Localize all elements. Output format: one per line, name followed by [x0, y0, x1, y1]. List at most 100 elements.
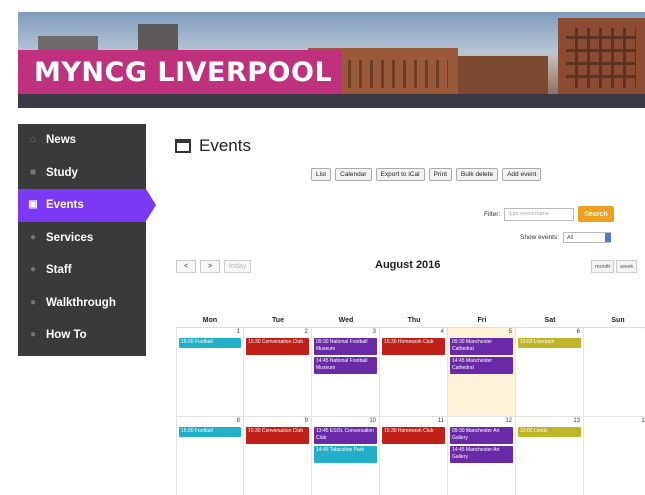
- banner-building: [458, 56, 548, 96]
- week-view-button[interactable]: week: [616, 260, 638, 273]
- day-number: 1: [236, 329, 240, 335]
- calendar-event[interactable]: 09:30 Manchester Art Gallery: [450, 427, 513, 444]
- banner-water: [18, 94, 645, 108]
- calendar-event[interactable]: 15:00 Football: [179, 338, 241, 348]
- day-number: 14: [641, 418, 645, 424]
- show-events-select[interactable]: All: [563, 232, 612, 243]
- calendar-week: 8 15:00 Football 9 15:30 Conversation Club 1…: [176, 417, 645, 495]
- calendar-day[interactable]: 10 13:45 ESOL Conversation Club 14:45 Tala…: [312, 417, 380, 495]
- sidebar-item-news[interactable]: ⌂ News: [18, 124, 146, 157]
- page-header: Events: [175, 136, 251, 156]
- calendar-day[interactable]: 4 15:30 Homework Club: [380, 328, 448, 416]
- banner-windows: [566, 28, 636, 88]
- help-icon: ●: [29, 329, 37, 341]
- calendar-event[interactable]: 13:45 ESOL Conversation Club: [314, 427, 377, 444]
- list-view-button[interactable]: List: [311, 168, 332, 181]
- show-events-row: Show events: All: [520, 232, 612, 243]
- prev-month-button[interactable]: <: [176, 260, 196, 273]
- sidebar-item-events[interactable]: ▣ Events: [18, 189, 156, 222]
- calendar-day[interactable]: 14: [584, 417, 645, 495]
- filter-input[interactable]: type event name: [504, 207, 575, 221]
- calendar-grid: Mon Tue Wed Thu Fri Sat Sun 1 15:00 Footb…: [176, 314, 645, 495]
- calendar-day[interactable]: 7: [584, 328, 645, 416]
- sidebar-nav: ⌂ News ■ Study ▣ Events ● Services ● Sta…: [18, 124, 156, 356]
- calendar-day[interactable]: 3 09:30 National Football Museum 14:45 Nat…: [312, 328, 380, 416]
- calendar-event[interactable]: 09:30 National Football Museum: [314, 338, 377, 355]
- sidebar-item-study[interactable]: ■ Study: [18, 157, 146, 190]
- site-logo[interactable]: MYNCG LIVERPOOL: [18, 50, 343, 94]
- calendar-event[interactable]: 14:45 Manchester Cathedral: [450, 357, 513, 374]
- day-number: 11: [437, 418, 444, 424]
- day-number: 13: [573, 418, 580, 424]
- sidebar-item-label: Study: [46, 166, 78, 179]
- sidebar-item-label: Walkthrough: [46, 296, 116, 309]
- show-events-label: Show events:: [520, 234, 560, 241]
- calendar-event[interactable]: 15:30 Homework Club: [382, 427, 445, 444]
- calendar-day[interactable]: 6 10:00 Liverpool: [516, 328, 584, 416]
- weekday-label: Tue: [272, 317, 284, 324]
- calendar-day[interactable]: 8 15:00 Football: [176, 417, 244, 495]
- next-month-button[interactable]: >: [200, 260, 220, 273]
- print-button[interactable]: Print: [428, 168, 452, 181]
- calendar-day[interactable]: 12 09:30 Manchester Art Gallery 14:45 Manc…: [448, 417, 516, 495]
- sidebar-item-label: Events: [46, 199, 84, 212]
- weekday-label: Sun: [611, 317, 625, 324]
- book-icon: ■: [29, 166, 37, 178]
- calendar-icon: [175, 139, 191, 153]
- calendar-day[interactable]: 2 15:30 Conversation Club: [244, 328, 312, 416]
- logo-text: MYNCG LIVERPOOL: [34, 56, 333, 88]
- calendar-event[interactable]: 09:30 Manchester Cathedral: [450, 338, 513, 355]
- bulk-delete-button[interactable]: Bulk delete: [455, 168, 499, 181]
- calendar-nav: < > today: [176, 260, 252, 273]
- calendar-event[interactable]: 14:45 Manchester Art Gallery: [450, 446, 513, 463]
- sidebar-item-walkthrough[interactable]: ● Walkthrough: [18, 287, 146, 320]
- day-number: 4: [440, 329, 444, 335]
- weekday-label: Wed: [338, 317, 354, 324]
- day-number: 8: [236, 418, 240, 424]
- weekday-label: Mon: [202, 317, 218, 324]
- calendar-day[interactable]: 13 10:00 Leeds: [516, 417, 584, 495]
- header-banner: MYNCG LIVERPOOL: [18, 12, 645, 108]
- calendar-day[interactable]: 9 15:30 Conversation Club: [244, 417, 312, 495]
- day-number: 3: [372, 329, 376, 335]
- day-number: 9: [304, 418, 308, 424]
- search-button[interactable]: Search: [578, 206, 614, 222]
- sidebar-item-staff[interactable]: ● Staff: [18, 254, 146, 287]
- month-view-button[interactable]: month: [591, 260, 615, 273]
- day-number: 12: [505, 418, 512, 424]
- weekday-label: Sat: [544, 317, 556, 324]
- calendar-event[interactable]: 14:45 Talacotine Park: [314, 446, 377, 463]
- export-ical-button[interactable]: Export to iCal: [375, 168, 425, 181]
- sidebar-item-services[interactable]: ● Services: [18, 222, 146, 255]
- page-title: Events: [199, 136, 251, 155]
- calendar-event[interactable]: 15:30 Conversation Club: [246, 427, 309, 444]
- filter-row: Filter: type event name Search: [484, 206, 614, 222]
- sidebar-item-how-to[interactable]: ● How To: [18, 319, 146, 352]
- calendar-event[interactable]: 15:30 Conversation Club: [246, 338, 309, 355]
- calendar-event[interactable]: 15:00 Football: [179, 427, 241, 437]
- staff-icon: ●: [29, 264, 37, 276]
- home-icon: ⌂: [29, 134, 37, 146]
- calendar-event[interactable]: 15:30 Homework Club: [382, 338, 445, 355]
- sidebar-item-label: Services: [46, 231, 94, 244]
- calendar-day[interactable]: 5 09:30 Manchester Cathedral 14:45 Manches…: [448, 328, 516, 416]
- sidebar-item-label: How To: [46, 329, 87, 342]
- view-switcher: month week: [591, 260, 638, 273]
- calendar-icon: ▣: [28, 199, 38, 211]
- filter-label: Filter:: [484, 210, 501, 218]
- calendar-view-button[interactable]: Calendar: [335, 168, 372, 181]
- day-number: 10: [369, 418, 376, 424]
- today-button[interactable]: today: [224, 260, 252, 273]
- calendar-day[interactable]: 11 15:30 Homework Club: [380, 417, 448, 495]
- weekday-label: Thu: [407, 317, 421, 324]
- calendar-event[interactable]: 10:00 Liverpool: [518, 338, 581, 348]
- weekday-label: Fri: [477, 317, 487, 324]
- calendar-event[interactable]: 10:00 Leeds: [518, 427, 581, 437]
- sidebar-item-label: News: [46, 134, 77, 147]
- month-title: August 2016: [375, 259, 441, 271]
- add-event-button[interactable]: Add event: [502, 168, 542, 181]
- calendar-event[interactable]: 14:45 National Football Museum: [314, 357, 377, 374]
- events-toolbar: List Calendar Export to iCal Print Bulk …: [311, 168, 542, 181]
- main-content: Events List Calendar Export to iCal Prin…: [165, 124, 645, 495]
- calendar-day[interactable]: 1 15:00 Football: [176, 328, 244, 416]
